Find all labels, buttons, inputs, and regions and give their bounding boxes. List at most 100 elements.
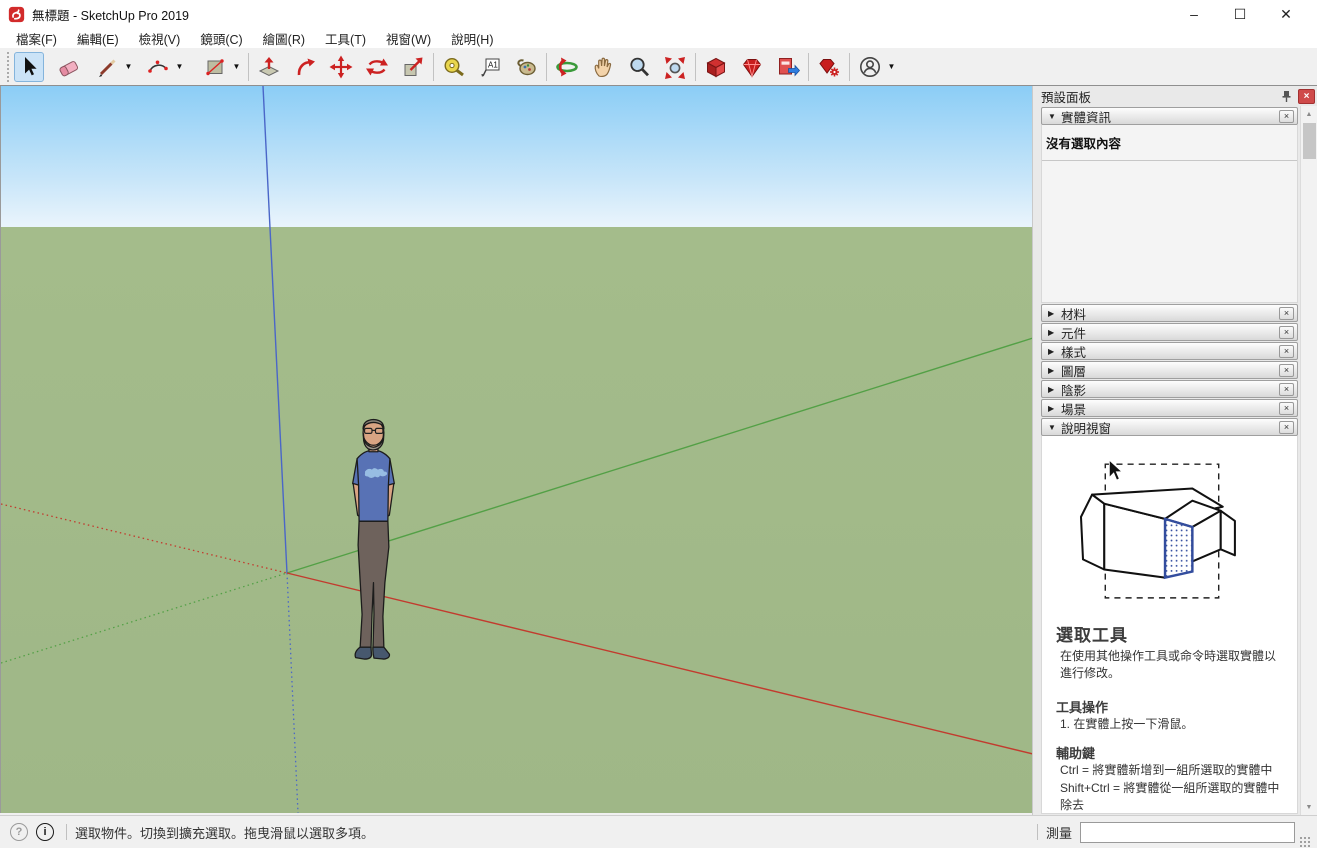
statusbar-separator <box>66 824 67 840</box>
eraser-tool-button[interactable] <box>54 52 84 82</box>
toolbar-separator <box>695 53 696 81</box>
rectangle-tool-button[interactable] <box>200 52 230 82</box>
tray-title: 預設面板 <box>1041 87 1278 106</box>
orbit-tool-button[interactable] <box>552 52 582 82</box>
extension-warehouse-button[interactable] <box>737 52 767 82</box>
arc-icon <box>146 55 170 79</box>
paint-bucket-tool-button[interactable] <box>511 52 541 82</box>
entity-info-body: 沒有選取內容 <box>1041 125 1298 303</box>
claim-info-icon[interactable]: i <box>36 823 54 841</box>
section-close-button[interactable]: × <box>1279 402 1294 415</box>
section-materials[interactable]: ▶ 材料 × <box>1041 304 1298 322</box>
section-layers[interactable]: ▶ 圖層 × <box>1041 361 1298 379</box>
minimize-button[interactable]: – <box>1171 0 1217 28</box>
expanded-arrow-icon: ▼ <box>1048 423 1061 432</box>
section-close-button[interactable]: × <box>1279 307 1294 320</box>
follow-me-tool-button[interactable] <box>290 52 320 82</box>
window-resize-grip[interactable] <box>1299 836 1311 848</box>
zoom-extents-tool-button[interactable] <box>660 52 690 82</box>
push-pull-tool-button[interactable] <box>254 52 284 82</box>
3d-warehouse-icon <box>704 55 728 79</box>
toolbar-separator <box>248 53 249 81</box>
menu-camera[interactable]: 鏡頭(C) <box>190 27 252 50</box>
section-entity-info[interactable]: ▼ 實體資訊 × <box>1041 107 1298 125</box>
rectangle-tool-dropdown[interactable]: ▼ <box>230 52 243 82</box>
menu-help[interactable]: 說明(H) <box>441 27 503 50</box>
scale-tool-button[interactable] <box>398 52 428 82</box>
select-tool-house-illustration <box>1060 448 1265 608</box>
account-button[interactable] <box>855 52 885 82</box>
move-icon <box>329 55 353 79</box>
menu-tools[interactable]: 工具(T) <box>315 27 376 50</box>
collapsed-arrow-icon: ▶ <box>1048 366 1061 375</box>
push-pull-icon <box>257 55 281 79</box>
move-tool-button[interactable] <box>326 52 356 82</box>
extension-warehouse-icon <box>740 55 764 79</box>
maximize-button[interactable]: ☐ <box>1217 0 1263 28</box>
menu-file[interactable]: 檔案(F) <box>6 27 67 50</box>
extension-manager-button[interactable] <box>814 52 844 82</box>
close-button[interactable]: ✕ <box>1263 0 1309 28</box>
send-to-layout-button[interactable] <box>773 52 803 82</box>
tray-header: 預設面板 × <box>1033 86 1317 106</box>
pencil-icon <box>95 55 119 79</box>
scroll-down-icon[interactable]: ▼ <box>1301 799 1317 815</box>
section-styles[interactable]: ▶ 樣式 × <box>1041 342 1298 360</box>
menu-window[interactable]: 視窗(W) <box>376 27 441 50</box>
rotate-tool-button[interactable] <box>362 52 392 82</box>
instructor-ops-line: 1. 在實體上按一下滑鼠。 <box>1060 716 1285 733</box>
section-close-button[interactable]: × <box>1279 110 1294 123</box>
scale-figure-person[interactable] <box>326 416 416 669</box>
section-components[interactable]: ▶ 元件 × <box>1041 323 1298 341</box>
svg-text:A1: A1 <box>488 60 498 69</box>
pan-tool-button[interactable] <box>588 52 618 82</box>
section-shadows[interactable]: ▶ 陰影 × <box>1041 380 1298 398</box>
toolbar-separator <box>546 53 547 81</box>
menu-edit[interactable]: 編輯(E) <box>67 27 129 50</box>
zoom-tool-button[interactable] <box>624 52 654 82</box>
panel-scrollbar[interactable]: ▲ ▼ <box>1300 106 1317 815</box>
menu-bar: 檔案(F) 編輯(E) 檢視(V) 鏡頭(C) 繪圖(R) 工具(T) 視窗(W… <box>0 28 1317 48</box>
geolocation-status-icon[interactable]: ? <box>10 823 28 841</box>
select-tool-button[interactable] <box>14 52 44 82</box>
extension-manager-icon <box>817 55 841 79</box>
section-close-button[interactable]: × <box>1279 383 1294 396</box>
paint-bucket-icon <box>514 55 538 79</box>
instructor-title: 選取工具 <box>1056 621 1285 646</box>
arc-tool-button[interactable] <box>143 52 173 82</box>
account-dropdown[interactable]: ▼ <box>885 52 898 82</box>
section-close-button[interactable]: × <box>1279 421 1294 434</box>
tape-measure-tool-button[interactable] <box>439 52 469 82</box>
line-tool-button[interactable] <box>92 52 122 82</box>
section-close-button[interactable]: × <box>1279 326 1294 339</box>
expanded-arrow-icon: ▼ <box>1048 112 1061 121</box>
zoom-icon <box>627 55 651 79</box>
arc-tool-dropdown[interactable]: ▼ <box>173 52 186 82</box>
scrollbar-thumb[interactable] <box>1303 123 1316 159</box>
instructor-body: 選取工具 在使用其他操作工具或命令時選取實體以進行修改。 工具操作 1. 在實體… <box>1041 436 1298 814</box>
eraser-icon <box>57 55 81 79</box>
account-icon <box>858 55 882 79</box>
drawing-viewport[interactable] <box>0 86 1032 813</box>
line-tool-dropdown[interactable]: ▼ <box>122 52 135 82</box>
instructor-mod-line2: Shift+Ctrl = 將實體從一組所選取的實體中除去 <box>1060 780 1285 814</box>
measurements-input[interactable] <box>1080 822 1295 843</box>
section-close-button[interactable]: × <box>1279 345 1294 358</box>
section-instructor[interactable]: ▼ 說明視窗 × <box>1041 418 1298 436</box>
measurements-label: 測量 <box>1046 823 1072 842</box>
collapsed-arrow-icon: ▶ <box>1048 328 1061 337</box>
scroll-up-icon[interactable]: ▲ <box>1301 106 1317 122</box>
section-close-button[interactable]: × <box>1279 364 1294 377</box>
window-title: 無標題 - SketchUp Pro 2019 <box>32 5 189 24</box>
section-scenes[interactable]: ▶ 場景 × <box>1041 399 1298 417</box>
3d-warehouse-button[interactable] <box>701 52 731 82</box>
menu-view[interactable]: 檢視(V) <box>129 27 191 50</box>
tray-close-button[interactable]: × <box>1298 89 1315 104</box>
text-tool-button[interactable]: A1 <box>475 52 505 82</box>
menu-draw[interactable]: 繪圖(R) <box>253 27 315 50</box>
main-area: 預設面板 × ▼ 實體資訊 × 沒有選取內容 ▶ <box>0 86 1317 815</box>
pin-icon[interactable] <box>1278 89 1294 104</box>
toolbar-drag-handle[interactable] <box>5 52 11 82</box>
scale-icon <box>401 55 425 79</box>
instructor-mod-heading: 輔助鍵 <box>1056 743 1285 762</box>
